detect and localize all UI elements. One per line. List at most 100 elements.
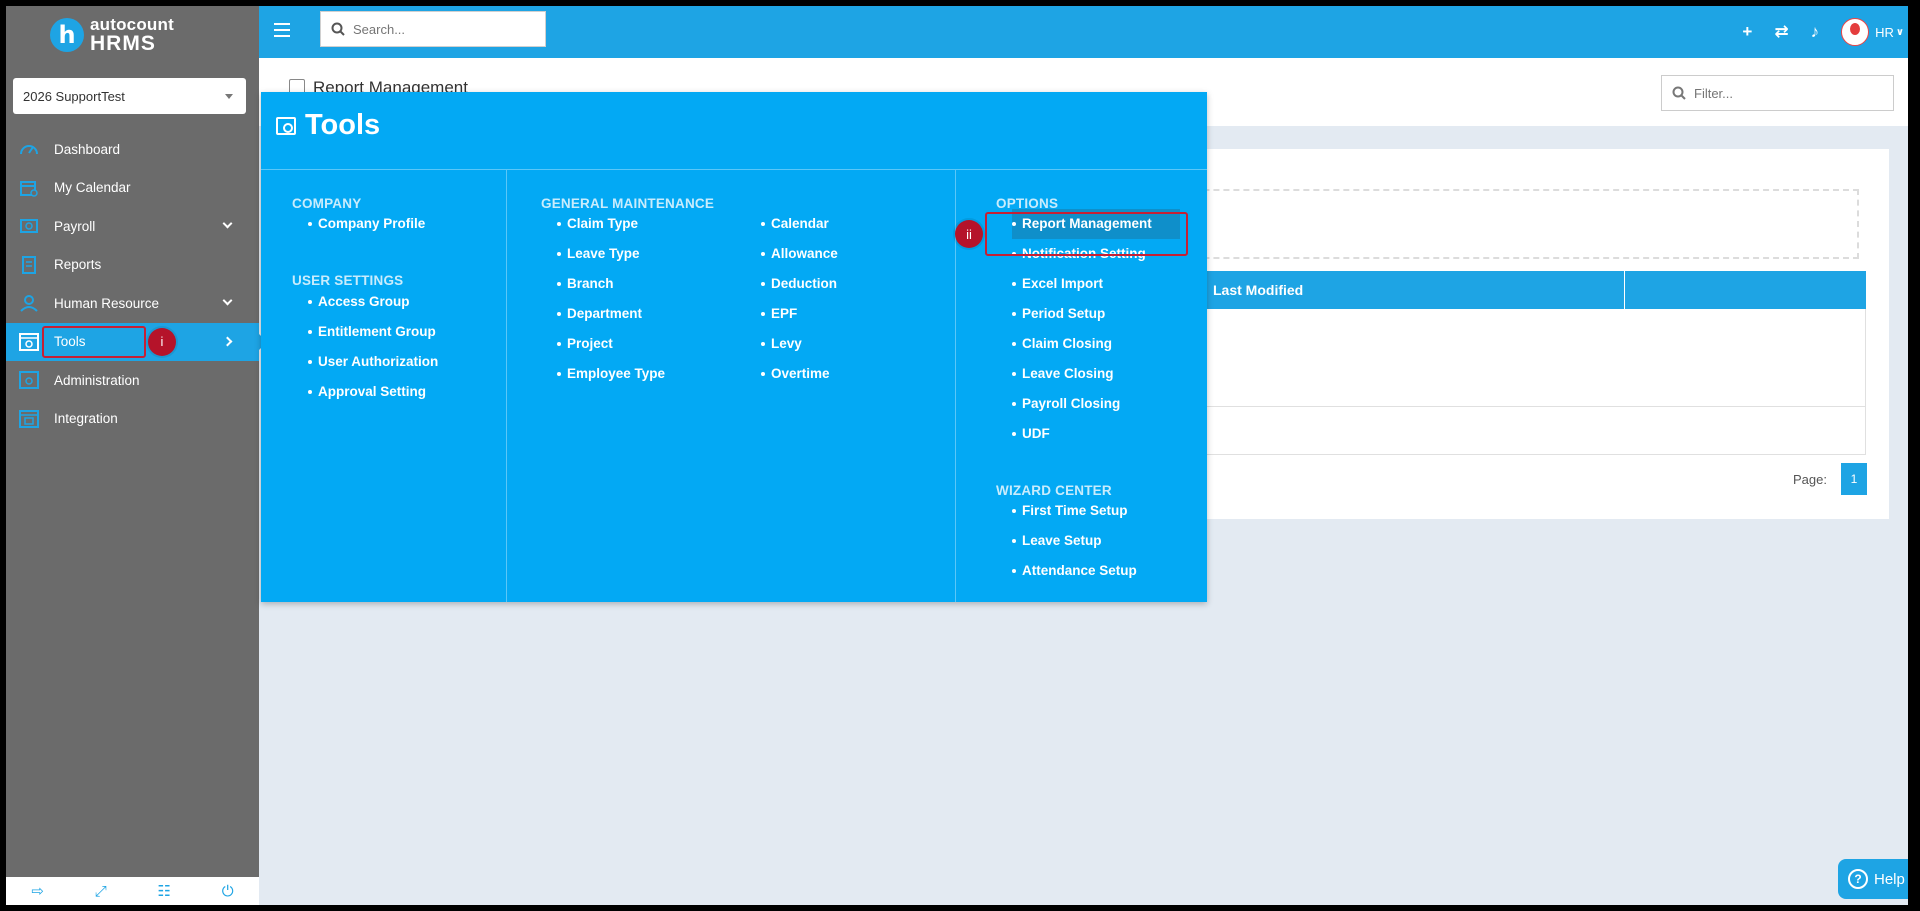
general-maintenance-list-1: Claim Type Leave Type Branch Department … <box>557 209 665 389</box>
switch-icon[interactable]: ⇄ <box>1774 22 1788 42</box>
fullscreen-icon[interactable]: ⤢ <box>95 883 107 900</box>
menu-item-excel-import[interactable]: Excel Import <box>1012 269 1180 299</box>
menu-item-attendance-setup[interactable]: Attendance Setup <box>1012 556 1137 586</box>
menu-divider <box>261 169 1207 170</box>
menu-item-levy[interactable]: Levy <box>761 329 838 359</box>
tools-icon <box>276 116 296 135</box>
menu-item-payroll-closing[interactable]: Payroll Closing <box>1012 389 1180 419</box>
hamburger-menu-icon[interactable] <box>274 23 290 37</box>
menu-item-first-time-setup[interactable]: First Time Setup <box>1012 496 1137 526</box>
highlight-box-step-1 <box>42 325 146 358</box>
company-select[interactable]: 2026 SupportTest <box>13 78 246 114</box>
menu-item-allowance[interactable]: Allowance <box>761 239 838 269</box>
filter-box[interactable] <box>1661 75 1894 111</box>
tools-menu-title: Tools <box>276 109 380 142</box>
menu-item-claim-closing[interactable]: Claim Closing <box>1012 329 1180 359</box>
menu-item-company-profile[interactable]: Company Profile <box>308 209 425 239</box>
sidebar-item-administration[interactable]: Administration <box>6 361 259 400</box>
tools-icon <box>19 332 39 351</box>
top-bar-actions: + ⇄ ♪ HR ∨ <box>1742 6 1908 58</box>
sidebar-item-my-calendar[interactable]: My Calendar <box>6 169 259 208</box>
menu-item-department[interactable]: Department <box>557 299 665 329</box>
sidebar-item-tools[interactable]: Tools i <box>6 322 267 361</box>
menu-item-employee-type[interactable]: Employee Type <box>557 359 665 389</box>
search-box[interactable] <box>320 11 546 47</box>
power-icon[interactable]: ⏻ <box>222 883 234 900</box>
menu-item-project[interactable]: Project <box>557 329 665 359</box>
menu-item-calendar[interactable]: Calendar <box>761 209 838 239</box>
sidebar-item-payroll[interactable]: Payroll <box>6 207 259 246</box>
administration-icon <box>19 371 39 390</box>
general-maintenance-list-2: Calendar Allowance Deduction EPF Levy Ov… <box>761 209 838 389</box>
menu-item-deduction[interactable]: Deduction <box>761 269 838 299</box>
chevron-down-icon <box>222 218 233 229</box>
chevron-down-icon[interactable]: ∨ <box>1896 27 1904 38</box>
integration-icon <box>19 409 39 428</box>
avatar[interactable] <box>1841 18 1870 46</box>
sidebar-item-label: Administration <box>54 372 140 388</box>
top-bar: + ⇄ ♪ HR ∨ <box>259 6 1908 58</box>
brand-line2: HRMS <box>90 32 156 55</box>
grid-column-header[interactable] <box>1624 271 1866 309</box>
menu-item-approval-setting[interactable]: Approval Setting <box>308 377 438 407</box>
hrms-logo-icon: h <box>50 18 84 52</box>
menu-item-access-group[interactable]: Access Group <box>308 287 438 317</box>
wizard-center-menu-list: First Time Setup Leave Setup Attendance … <box>1012 496 1137 586</box>
grid-column-header-last-modified[interactable]: Last Modified <box>1200 271 1624 309</box>
brand-logo[interactable]: h autocount HRMS <box>6 6 259 64</box>
reports-icon <box>19 255 39 274</box>
sidebar-nav: Dashboard My Calendar Payroll Reports Hu… <box>6 130 267 439</box>
menu-column-divider <box>506 170 507 602</box>
menu-item-branch[interactable]: Branch <box>557 269 665 299</box>
sidebar-item-integration[interactable]: Integration <box>6 400 259 439</box>
help-icon: ? <box>1848 869 1868 889</box>
tools-menu-title-text: Tools <box>305 109 381 141</box>
filter-input[interactable] <box>1694 85 1874 101</box>
company-select-value: 2026 SupportTest <box>23 88 125 104</box>
help-label: Help <box>1874 870 1905 888</box>
sidebar-item-label: Payroll <box>54 218 96 234</box>
menu-item-period-setup[interactable]: Period Setup <box>1012 299 1180 329</box>
sidebar-item-label: Dashboard <box>54 141 121 157</box>
step-badge-2: ii <box>955 220 983 248</box>
menu-item-leave-closing[interactable]: Leave Closing <box>1012 359 1180 389</box>
menu-item-overtime[interactable]: Overtime <box>761 359 838 389</box>
user-menu-label[interactable]: HR <box>1875 25 1894 40</box>
page-button[interactable]: 1 <box>1841 463 1867 495</box>
sidebar-item-dashboard[interactable]: Dashboard <box>6 130 259 169</box>
menu-item-udf[interactable]: UDF <box>1012 419 1180 449</box>
sidebar-bottom-bar: ⇨ ⤢ ☷ ⏻ <box>6 877 259 905</box>
help-button[interactable]: ? Help <box>1838 859 1908 899</box>
user-settings-menu-list: Access Group Entitlement Group User Auth… <box>308 287 438 407</box>
language-icon[interactable]: ☷ <box>158 882 171 900</box>
sidebar-item-label: Human Resource <box>54 295 160 311</box>
step-badge-1: i <box>148 327 176 356</box>
search-input[interactable] <box>353 21 523 37</box>
add-icon[interactable]: + <box>1742 22 1752 42</box>
logout-icon[interactable]: ⇨ <box>31 882 44 900</box>
caret-down-icon <box>225 94 233 99</box>
menu-item-epf[interactable]: EPF <box>761 299 838 329</box>
payroll-icon <box>19 217 39 235</box>
brand-text: autocount HRMS <box>90 16 174 54</box>
pager: Page: 1 <box>1793 463 1867 495</box>
sidebar: h autocount HRMS 2026 SupportTest Dashbo… <box>6 6 267 905</box>
app-frame: h autocount HRMS 2026 SupportTest Dashbo… <box>6 6 1908 905</box>
bell-icon[interactable]: ♪ <box>1811 22 1820 42</box>
menu-item-leave-setup[interactable]: Leave Setup <box>1012 526 1137 556</box>
company-menu-list: Company Profile <box>308 209 425 239</box>
sidebar-item-human-resource[interactable]: Human Resource <box>6 284 259 323</box>
search-icon <box>331 22 345 36</box>
highlight-box-step-2 <box>985 212 1188 256</box>
menu-item-entitlement-group[interactable]: Entitlement Group <box>308 317 438 347</box>
chevron-right-icon <box>222 336 233 346</box>
sidebar-item-reports[interactable]: Reports <box>6 246 259 285</box>
menu-item-leave-type[interactable]: Leave Type <box>557 239 665 269</box>
menu-item-claim-type[interactable]: Claim Type <box>557 209 665 239</box>
calendar-icon <box>19 179 39 197</box>
menu-item-user-authorization[interactable]: User Authorization <box>308 347 438 377</box>
chevron-down-icon <box>222 295 233 306</box>
section-heading-user-settings: USER SETTINGS <box>292 273 404 288</box>
brand-line1: autocount <box>90 15 174 34</box>
sidebar-item-label: Integration <box>54 411 118 427</box>
